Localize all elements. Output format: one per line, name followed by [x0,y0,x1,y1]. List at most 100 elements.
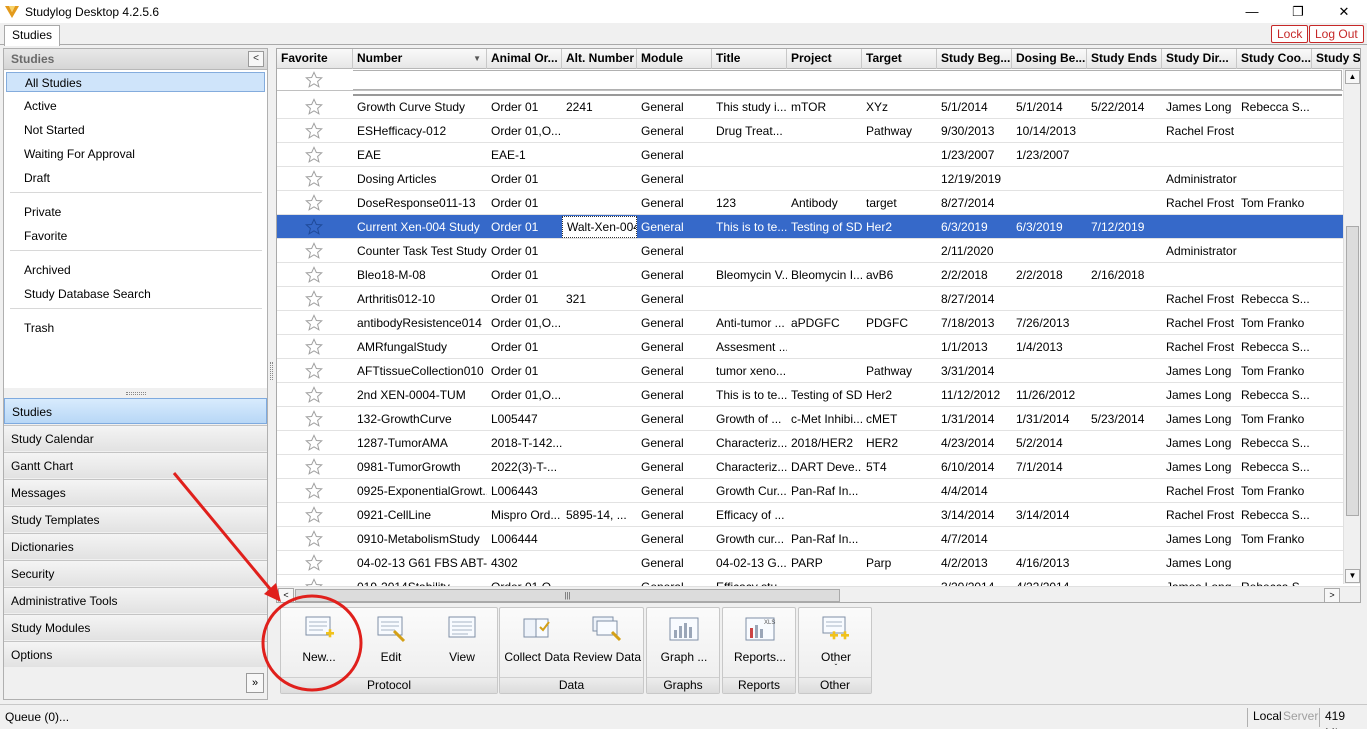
favorite-star-icon[interactable] [305,98,323,116]
tab-studies[interactable]: Studies [4,25,61,46]
collect-data-button[interactable]: Collect Data [502,608,572,678]
favorite-star-icon[interactable] [305,218,323,236]
close-icon[interactable]: ✕ [1321,0,1367,23]
grid-filter-input[interactable] [353,70,1342,90]
filter-trash[interactable]: Trash [4,318,267,338]
favorite-star-icon[interactable] [305,338,323,356]
favorite-star-icon[interactable] [305,530,323,548]
horizontal-scroll-thumb[interactable]: ||| [295,589,840,602]
favorite-star-icon[interactable] [305,314,323,332]
nav-security[interactable]: Security [4,560,267,586]
column-study-coordinator[interactable]: Study Coo... [1237,49,1312,69]
favorite-star-icon[interactable] [305,434,323,452]
filter-favorite[interactable]: Favorite [4,226,267,246]
table-row[interactable]: Counter Task Test Study Order 01 General 2/… [277,239,1343,263]
table-row[interactable]: Growth Curve Study Order 01 2241 General Thi… [277,95,1343,119]
table-row[interactable]: 04-02-13 G61 FBS ABT-... 4302 General 04-02… [277,551,1343,575]
column-favorite[interactable]: Favorite [277,49,353,69]
review-data-button[interactable]: Review Data [572,608,642,678]
column-study-ends[interactable]: Study Ends [1087,49,1162,69]
favorite-star-icon[interactable] [305,458,323,476]
favorite-star-icon[interactable] [305,506,323,524]
table-row[interactable]: ESHefficacy-012 Order 01,O... General Drug … [277,119,1343,143]
vertical-scroll-thumb[interactable] [1346,226,1359,516]
grid-horizontal-scrollbar[interactable]: < ||| > [277,586,1360,602]
favorite-star-icon[interactable] [305,122,323,140]
queue-status[interactable]: Queue (0)... [5,710,69,724]
column-title[interactable]: Title [712,49,787,69]
favorite-star-icon[interactable] [305,266,323,284]
nav-studies[interactable]: Studies [4,398,267,424]
table-row[interactable]: Dosing Articles Order 01 General 12/19/2019… [277,167,1343,191]
table-row[interactable]: 0921-CellLine Mispro Ord... 5895-14, ... Ge… [277,503,1343,527]
view-protocol-button[interactable]: View [427,608,497,678]
column-study-status[interactable]: Study S [1312,49,1360,69]
column-study-begins[interactable]: Study Beg... [937,49,1012,69]
grid-vertical-scrollbar[interactable]: ▲ ▼ [1343,69,1360,584]
column-project[interactable]: Project [787,49,862,69]
nav-study-templates[interactable]: Study Templates [4,506,267,532]
scroll-down-icon[interactable]: ▼ [1345,569,1360,583]
table-row[interactable]: 132-GrowthCurve L005447 General Growth of .… [277,407,1343,431]
column-number[interactable]: Number ▼ [353,49,487,69]
favorite-star-icon[interactable] [305,194,323,212]
logout-button[interactable]: Log Out [1309,25,1364,43]
nav-messages[interactable]: Messages [4,479,267,505]
panel-splitter[interactable] [270,362,273,380]
table-row[interactable]: DoseResponse011-13 Order 01 General 123 Anti… [277,191,1343,215]
edit-protocol-button[interactable]: Edit [355,608,427,678]
favorite-star-icon[interactable] [305,554,323,572]
nav-study-calendar[interactable]: Study Calendar [4,425,267,451]
table-row[interactable]: 1287-TumorAMA 2018-T-142... General Charact… [277,431,1343,455]
filter-archived[interactable]: Archived [4,260,267,280]
favorite-star-icon[interactable] [305,170,323,188]
column-study-director[interactable]: Study Dir... [1162,49,1237,69]
nav-administrative-tools[interactable]: Administrative Tools [4,587,267,613]
lock-button[interactable]: Lock [1271,25,1309,43]
table-row[interactable]: 0981-TumorGrowth 2022(3)-T-... General Char… [277,455,1343,479]
table-row[interactable]: 0910-MetabolismStudy L006444 General Growth… [277,527,1343,551]
graph-button[interactable]: Graph ... [649,608,719,678]
scroll-up-icon[interactable]: ▲ [1345,70,1360,84]
filter-active[interactable]: Active [4,96,267,116]
favorite-star-icon[interactable] [305,242,323,260]
favorite-star-icon[interactable] [305,290,323,308]
favorite-filter-star-icon[interactable] [305,71,323,89]
favorite-star-icon[interactable] [305,362,323,380]
filter-waiting-for-approval[interactable]: Waiting For Approval [4,144,267,164]
expand-nav-icon[interactable]: » [246,673,264,693]
favorite-star-icon[interactable] [305,146,323,164]
favorite-star-icon[interactable] [305,410,323,428]
filter-draft[interactable]: Draft [4,168,267,188]
restore-icon[interactable]: ❐ [1275,0,1321,23]
column-alt-number[interactable]: Alt. Number [562,49,637,69]
scroll-left-icon[interactable]: < [278,588,294,602]
table-row[interactable]: AMRfungalStudy Order 01 General Assesment .… [277,335,1343,359]
filter-not-started[interactable]: Not Started [4,120,267,140]
column-animal-order[interactable]: Animal Or... [487,49,562,69]
column-module[interactable]: Module [637,49,712,69]
table-row[interactable]: 2nd XEN-0004-TUM Order 01,O... General This… [277,383,1343,407]
nav-gantt-chart[interactable]: Gantt Chart [4,452,267,478]
table-row[interactable]: Current Xen-004 Study Order 01 Walt-Xen-00… [277,215,1343,239]
table-row[interactable]: 0925-ExponentialGrowt... L006443 General Gr… [277,479,1343,503]
nav-study-modules[interactable]: Study Modules [4,614,267,640]
favorite-star-icon[interactable] [305,482,323,500]
collapse-sidebar-icon[interactable]: < [248,51,264,67]
table-row[interactable]: Bleo18-M-08 Order 01 General Bleomycin V...… [277,263,1343,287]
filter-all-studies[interactable]: All Studies [6,72,265,92]
sidebar-splitter[interactable] [126,392,146,395]
filter-private[interactable]: Private [4,202,267,222]
table-row[interactable]: AFTtissueCollection010 Order 01 General tum… [277,359,1343,383]
minimize-icon[interactable]: — [1229,0,1275,23]
nav-options[interactable]: Options [4,641,267,667]
column-target[interactable]: Target [862,49,937,69]
table-row[interactable]: Arthritis012-10 Order 01 321 General 8/27/20… [277,287,1343,311]
table-row[interactable]: EAE EAE-1 General 1/23/2007 1/23/2007 [277,143,1343,167]
other-button[interactable]: Other ˇ [801,608,871,678]
favorite-star-icon[interactable] [305,386,323,404]
column-dosing-begins[interactable]: Dosing Be... [1012,49,1087,69]
table-row[interactable]: antibodyResistence014 Order 01,O... Genera… [277,311,1343,335]
nav-dictionaries[interactable]: Dictionaries [4,533,267,559]
scroll-right-icon[interactable]: > [1324,588,1340,602]
